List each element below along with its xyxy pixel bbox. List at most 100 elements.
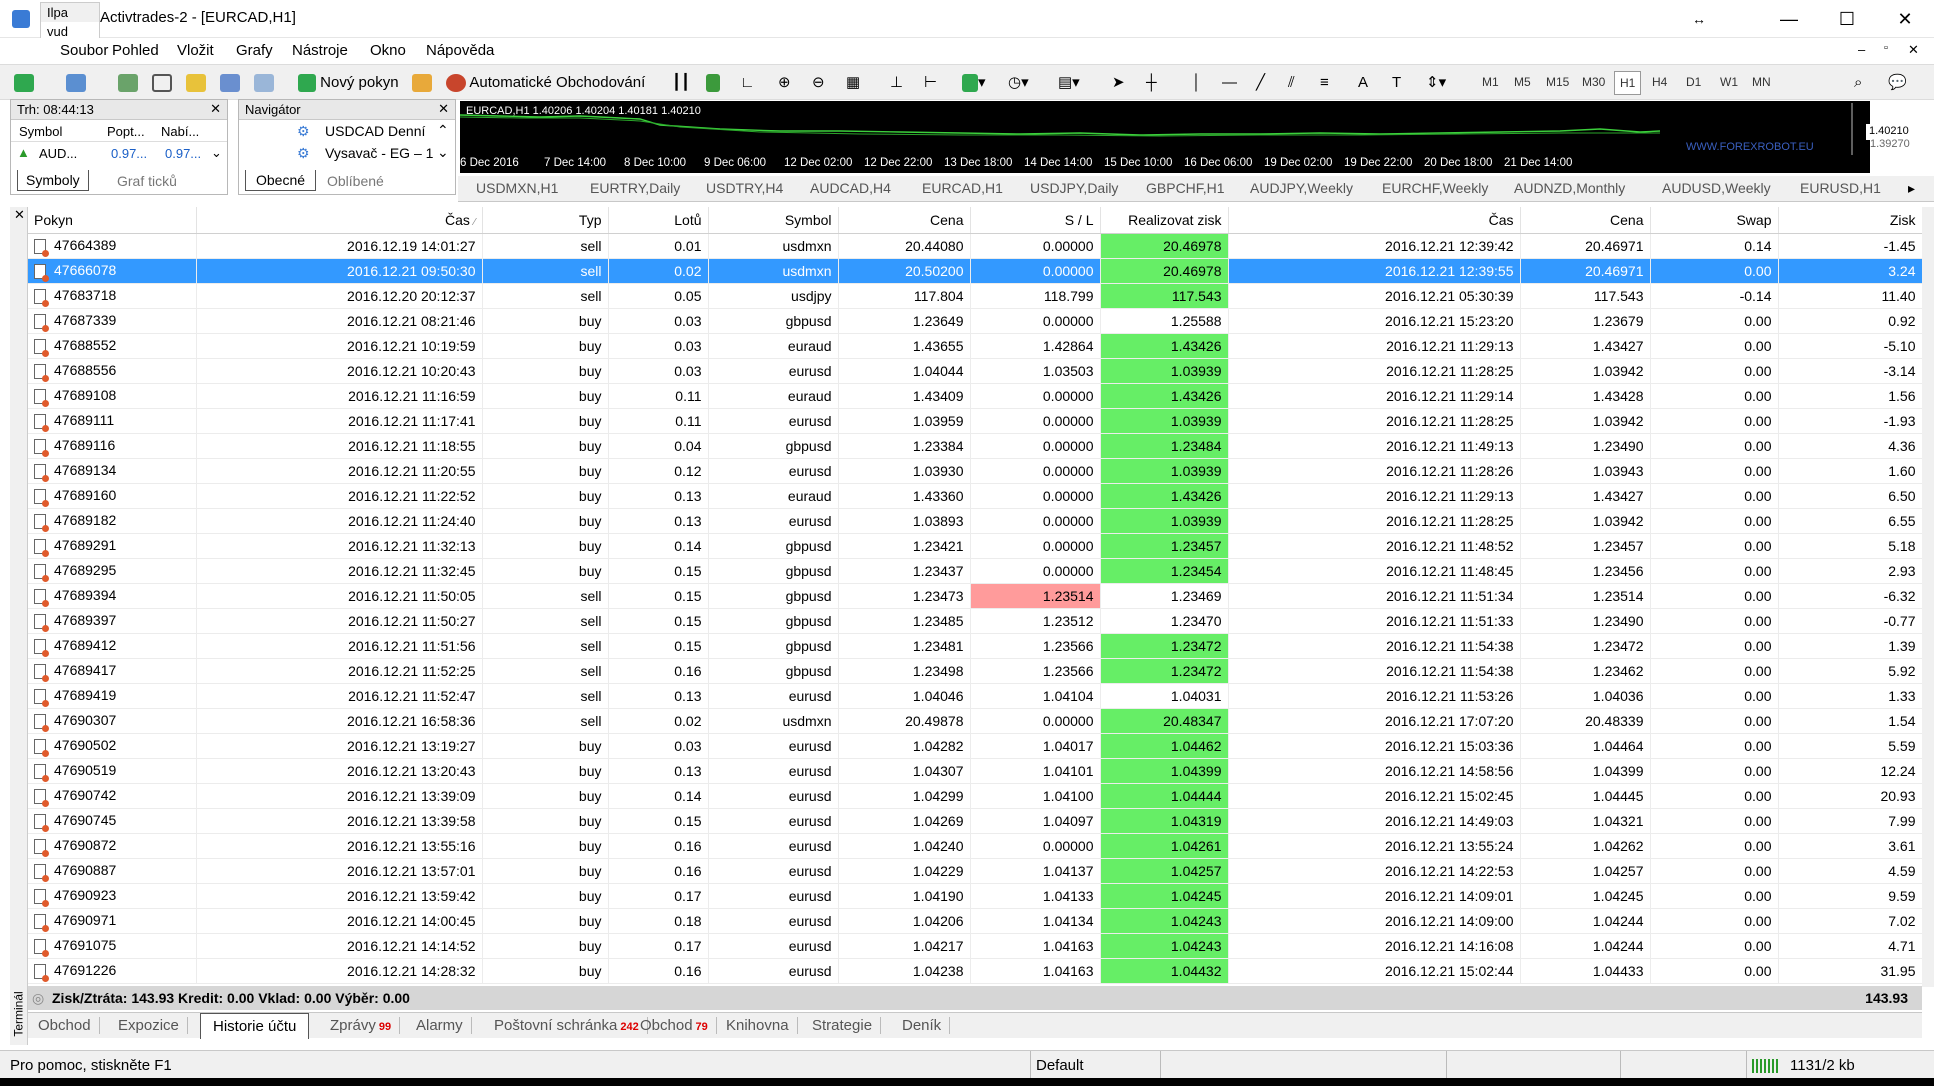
col-cena-close[interactable]: Cena	[1520, 207, 1651, 234]
table-row[interactable]: 47690745 2016.12.21 13:39:58 buy 0.15 eurusd…	[28, 808, 1923, 834]
mdi-restore-icon[interactable]: ▫	[1884, 42, 1888, 54]
table-row[interactable]: 47664389 2016.12.19 14:01:27 sell 0.01 usdmx…	[28, 233, 1923, 259]
col-symbol[interactable]: Symbol	[708, 207, 839, 234]
chart-tab[interactable]: USDJPY,Daily	[1030, 180, 1118, 196]
expert-editor-icon[interactable]	[412, 71, 432, 95]
table-row[interactable]: 47689116 2016.12.21 11:18:55 buy 0.04 gbpusd…	[28, 433, 1923, 459]
terminal-icon[interactable]	[220, 71, 240, 95]
data-window-icon[interactable]	[152, 71, 172, 95]
col-lotu[interactable]: Lotů	[608, 207, 709, 234]
chevron-down-icon[interactable]: ⌄	[437, 144, 449, 161]
vertical-line-icon[interactable]: │	[1192, 71, 1201, 95]
chart-tab[interactable]: USDTRY,H4	[706, 180, 783, 196]
indicators-icon[interactable]: ▾	[962, 71, 986, 95]
tab-oblibene[interactable]: Oblíbené	[327, 173, 384, 189]
auto-trading-button[interactable]: Automatické Obchodování	[446, 71, 645, 95]
col-swap[interactable]: Swap	[1650, 207, 1779, 234]
chart-tab[interactable]: AUDCAD,H4	[810, 180, 891, 196]
table-row[interactable]: 47689291 2016.12.21 11:32:13 buy 0.14 gbpusd…	[28, 533, 1923, 559]
app-icon[interactable]	[12, 10, 30, 28]
chart-tab[interactable]: EURCHF,Weekly	[1382, 180, 1488, 196]
table-row[interactable]: 47689111 2016.12.21 11:17:41 buy 0.11 eurusd…	[28, 408, 1923, 434]
table-row[interactable]: 47689419 2016.12.21 11:52:47 sell 0.13 eurus…	[28, 683, 1923, 709]
mdi-close-icon[interactable]: ✕	[1908, 42, 1919, 58]
table-row[interactable]: 47688552 2016.12.21 10:19:59 buy 0.03 euraud…	[28, 333, 1923, 359]
periods-clock-icon[interactable]: ◷▾	[1008, 71, 1029, 95]
table-row[interactable]: 47690887 2016.12.21 13:57:01 buy 0.16 eurusd…	[28, 858, 1923, 884]
menu-grafy[interactable]: Grafy	[236, 42, 273, 59]
menu-soubor[interactable]: Soubor	[60, 42, 108, 59]
zoom-out-icon[interactable]: ⊖	[812, 71, 825, 95]
timeframe-h4[interactable]: H4	[1652, 75, 1667, 89]
cursor-icon[interactable]: ➤	[1112, 71, 1125, 95]
market-watch-row[interactable]: ▲ AUD... 0.97... 0.97... ⌄	[11, 142, 227, 164]
table-row[interactable]: 47689295 2016.12.21 11:32:45 buy 0.15 gbpusd…	[28, 558, 1923, 584]
close-icon[interactable]: ✕	[210, 101, 221, 117]
tile-windows-icon[interactable]: ▦	[846, 71, 860, 95]
table-row[interactable]: 47689417 2016.12.21 11:52:25 sell 0.16 gbpus…	[28, 658, 1923, 684]
zoom-in-icon[interactable]: ⊕	[778, 71, 791, 95]
terminal-tab[interactable]: Historie účtu	[200, 1013, 310, 1039]
table-row[interactable]: 47689182 2016.12.21 11:24:40 buy 0.13 eurusd…	[28, 508, 1923, 534]
table-row[interactable]: 47689108 2016.12.21 11:16:59 buy 0.11 euraud…	[28, 383, 1923, 409]
chevron-down-icon[interactable]: ⌄	[211, 145, 222, 161]
timeframe-m30[interactable]: M30	[1582, 75, 1605, 89]
text-icon[interactable]: A	[1358, 71, 1368, 95]
terminal-tab[interactable]: Strategie	[804, 1017, 882, 1034]
timeframe-mn[interactable]: MN	[1752, 75, 1771, 89]
chart-area[interactable]: EURCAD,H1 1.40206 1.40204 1.40181 1.4021…	[460, 101, 1870, 173]
bar-chart-icon[interactable]: ┃┃	[672, 71, 690, 95]
restore-arrows-icon[interactable]: ↔	[1670, 0, 1728, 38]
table-row[interactable]: 47690923 2016.12.21 13:59:42 buy 0.17 eurusd…	[28, 883, 1923, 909]
search-icon[interactable]: ⌕	[1854, 71, 1862, 95]
chart-tab[interactable]: EURTRY,Daily	[590, 180, 680, 196]
new-chart-icon[interactable]	[14, 71, 34, 95]
table-row[interactable]: 47689412 2016.12.21 11:51:56 sell 0.15 gbpus…	[28, 633, 1923, 659]
table-row[interactable]: 47688556 2016.12.21 10:20:43 buy 0.03 eurusd…	[28, 358, 1923, 384]
col-symbol[interactable]: Symbol	[19, 124, 62, 139]
tab-symboly[interactable]: Symboly	[17, 170, 89, 191]
terminal-tab[interactable]: Zprávy 99	[322, 1017, 401, 1034]
table-row[interactable]: 47689134 2016.12.21 11:20:55 buy 0.12 eurusd…	[28, 458, 1923, 484]
close-button[interactable]: ✕	[1876, 0, 1934, 38]
col-sl[interactable]: S / L	[970, 207, 1101, 234]
market-watch-icon[interactable]	[118, 71, 138, 95]
timeframe-h1[interactable]: H1	[1614, 71, 1642, 95]
chart-tab[interactable]: EURUSD,H1	[1800, 180, 1881, 196]
tab-obecne[interactable]: Obecné	[245, 170, 317, 191]
terminal-tab[interactable]: Deník	[894, 1017, 951, 1034]
trendline-icon[interactable]: ╱	[1256, 71, 1265, 95]
table-row[interactable]: 47687339 2016.12.21 08:21:46 buy 0.03 gbpusd…	[28, 308, 1923, 334]
chart-tab[interactable]: EURCAD,H1	[922, 180, 1003, 196]
connection-status-icon[interactable]	[1752, 1059, 1780, 1073]
maximize-button[interactable]: ☐	[1818, 0, 1876, 38]
scroll-right-icon[interactable]: ▸	[1908, 180, 1915, 197]
timeframe-m1[interactable]: M1	[1482, 75, 1499, 89]
candlestick-icon[interactable]	[706, 71, 720, 95]
table-row[interactable]: 47690502 2016.12.21 13:19:27 buy 0.03 eurusd…	[28, 733, 1923, 759]
menu-pohled[interactable]: Pohled	[112, 42, 159, 59]
terminal-tab[interactable]: Expozice	[110, 1017, 188, 1034]
terminal-tab[interactable]: Alarmy	[408, 1017, 472, 1034]
profiles-icon[interactable]	[66, 71, 86, 95]
table-row[interactable]: 47689394 2016.12.21 11:50:05 sell 0.15 gbpus…	[28, 583, 1923, 609]
terminal-tab[interactable]: Obchod	[30, 1017, 100, 1034]
chart-tab[interactable]: AUDNZD,Monthly	[1514, 180, 1625, 196]
new-order-button[interactable]: Nový pokyn	[298, 71, 399, 95]
timeframe-m5[interactable]: M5	[1514, 75, 1531, 89]
chart-tab[interactable]: GBPCHF,H1	[1146, 180, 1225, 196]
col-bid[interactable]: Popt...	[107, 124, 145, 139]
col-cas[interactable]: Čas ⁄	[196, 207, 483, 234]
chat-icon[interactable]: 💬	[1888, 71, 1907, 95]
col-pokyn[interactable]: Pokyn	[28, 207, 197, 234]
chart-tab[interactable]: AUDUSD,Weekly	[1662, 180, 1771, 196]
timeframe-m15[interactable]: M15	[1546, 75, 1569, 89]
col-tp[interactable]: Realizovat zisk	[1100, 207, 1229, 234]
table-row[interactable]: 47691075 2016.12.21 14:14:52 buy 0.17 eurusd…	[28, 933, 1923, 959]
table-row[interactable]: 47683718 2016.12.20 20:12:37 sell 0.05 usdjp…	[28, 283, 1923, 309]
col-cas-close[interactable]: Čas	[1228, 207, 1521, 234]
line-chart-icon[interactable]: ∟	[740, 71, 755, 95]
table-row[interactable]: 47691226 2016.12.21 14:28:32 buy 0.16 eurusd…	[28, 958, 1923, 984]
arrows-icon[interactable]: ⇕▾	[1426, 71, 1446, 95]
terminal-tab[interactable]: Knihovna	[718, 1017, 798, 1034]
